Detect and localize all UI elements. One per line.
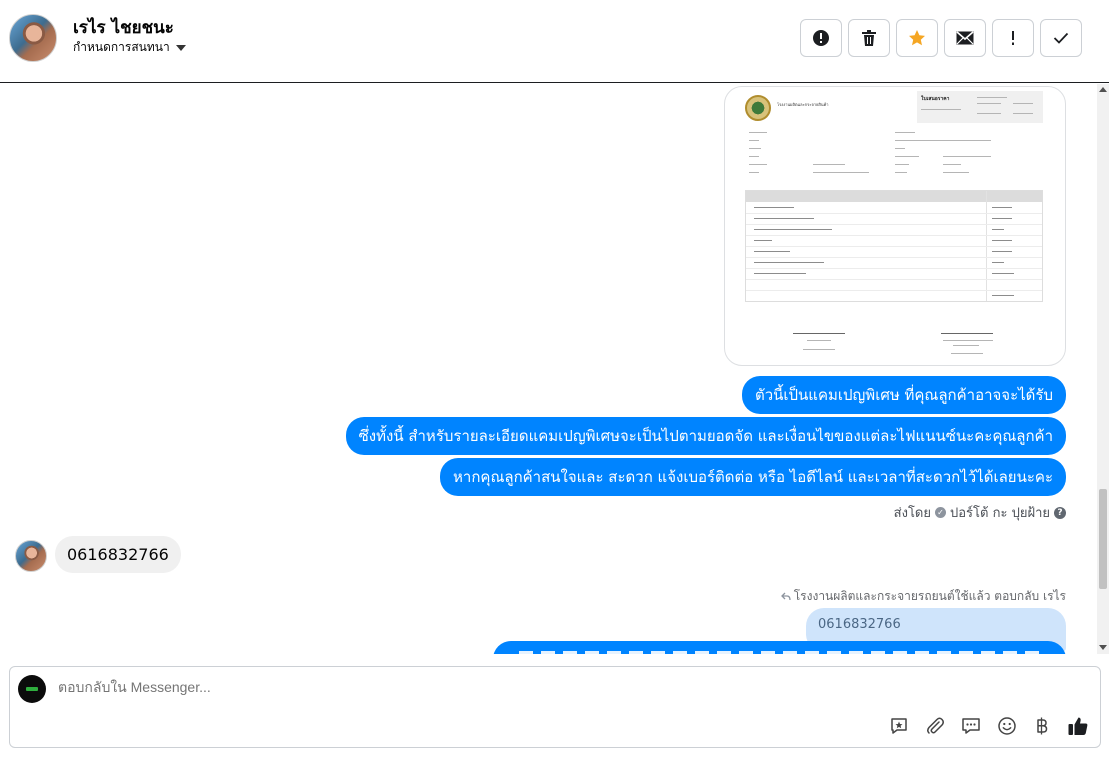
sent-by-name: ปอร์โต้ กะ ปุยฝ้าย (950, 506, 1050, 521)
like-button[interactable] (1065, 713, 1091, 739)
message-composer (9, 666, 1101, 748)
message-thread: โรงงานผลิตและกระจายสินค้า ใบเสนอราคา ตัว… (0, 84, 1097, 654)
outgoing-message-partial[interactable] (493, 641, 1066, 654)
chat-dots-icon (962, 718, 980, 734)
exclamation-icon (1012, 31, 1014, 45)
payment-button[interactable] (1029, 713, 1055, 739)
star-icon (909, 30, 925, 46)
smiley-icon (998, 717, 1016, 735)
caret-down-icon (175, 44, 186, 51)
doc-title: ใบเสนอราคา (921, 96, 950, 102)
sent-by-prefix: ส่งโดย (893, 506, 931, 521)
doc-company-name: โรงงานผลิตและกระจายสินค้า (777, 102, 829, 107)
reply-note-text: โรงงานผลิตและกระจายรถยนต์ใช้แล้ว ตอบกลับ… (793, 589, 1066, 603)
mark-done-button[interactable] (1040, 19, 1082, 57)
outgoing-message[interactable]: หากคุณลูกค้าสนใจและ สะดวก แจ้งเบอร์ติดต่… (440, 458, 1066, 496)
contact-avatar[interactable] (9, 14, 57, 62)
chat-scrollbar[interactable] (1097, 84, 1109, 654)
mark-unread-button[interactable] (944, 19, 986, 57)
scrollbar-thumb[interactable] (1099, 489, 1107, 589)
reply-arrow-icon (780, 592, 791, 601)
delete-button[interactable] (848, 19, 890, 57)
follow-up-button[interactable] (992, 19, 1034, 57)
assign-conversation-dropdown[interactable]: กำหนดการสนทนา (73, 38, 186, 57)
emoji-button[interactable] (994, 713, 1020, 739)
quick-reply-button[interactable] (958, 713, 984, 739)
star-button[interactable] (896, 19, 938, 57)
reply-input[interactable] (58, 679, 758, 695)
check-circle-icon: ✓ (935, 507, 946, 518)
reply-note: โรงงานผลิตและกระจายรถยนต์ใช้แล้ว ตอบกลับ… (780, 587, 1066, 606)
attach-file-button[interactable] (922, 713, 948, 739)
saved-reply-icon (891, 718, 907, 734)
incoming-message[interactable]: 0616832766 (55, 536, 181, 573)
mark-spam-button[interactable] (800, 19, 842, 57)
saved-reply-button[interactable] (886, 713, 912, 739)
outgoing-message[interactable]: ซึ่งทั้งนี้ สำหรับรายละเอียดแคมเปญพิเศษจ… (345, 417, 1066, 455)
scroll-up-arrow-icon[interactable] (1099, 87, 1107, 92)
page-avatar (18, 675, 46, 703)
envelope-icon (956, 31, 974, 45)
doc-title-box: ใบเสนอราคา (917, 91, 1043, 123)
sent-by-info: ส่งโดย ✓ ปอร์โต้ กะ ปุยฝ้าย ? (894, 502, 1066, 523)
baht-currency-icon (1037, 717, 1048, 735)
help-icon[interactable]: ? (1054, 506, 1066, 519)
contact-avatar-small[interactable] (15, 540, 47, 572)
assign-conversation-label: กำหนดการสนทนา (73, 40, 170, 54)
thumbs-up-icon (1068, 717, 1088, 735)
scroll-down-arrow-icon[interactable] (1099, 645, 1107, 650)
paperclip-icon (927, 717, 944, 734)
alert-circle-icon (813, 30, 829, 46)
outgoing-message[interactable]: ตัวนี้เป็นแคมเปญพิเศษ ที่คุณลูกค้าอาจจะไ… (741, 376, 1066, 414)
checkmark-icon (1053, 32, 1069, 44)
company-seal-icon (745, 95, 771, 121)
contact-name[interactable]: เรไร ไชยชนะ (73, 14, 174, 41)
trash-icon (862, 30, 876, 46)
conversation-header: เรไร ไชยชนะ กำหนดการสนทนา (0, 0, 1109, 83)
quotation-image[interactable]: โรงงานผลิตและกระจายสินค้า ใบเสนอราคา (724, 86, 1066, 366)
doc-items-table (745, 190, 1043, 302)
